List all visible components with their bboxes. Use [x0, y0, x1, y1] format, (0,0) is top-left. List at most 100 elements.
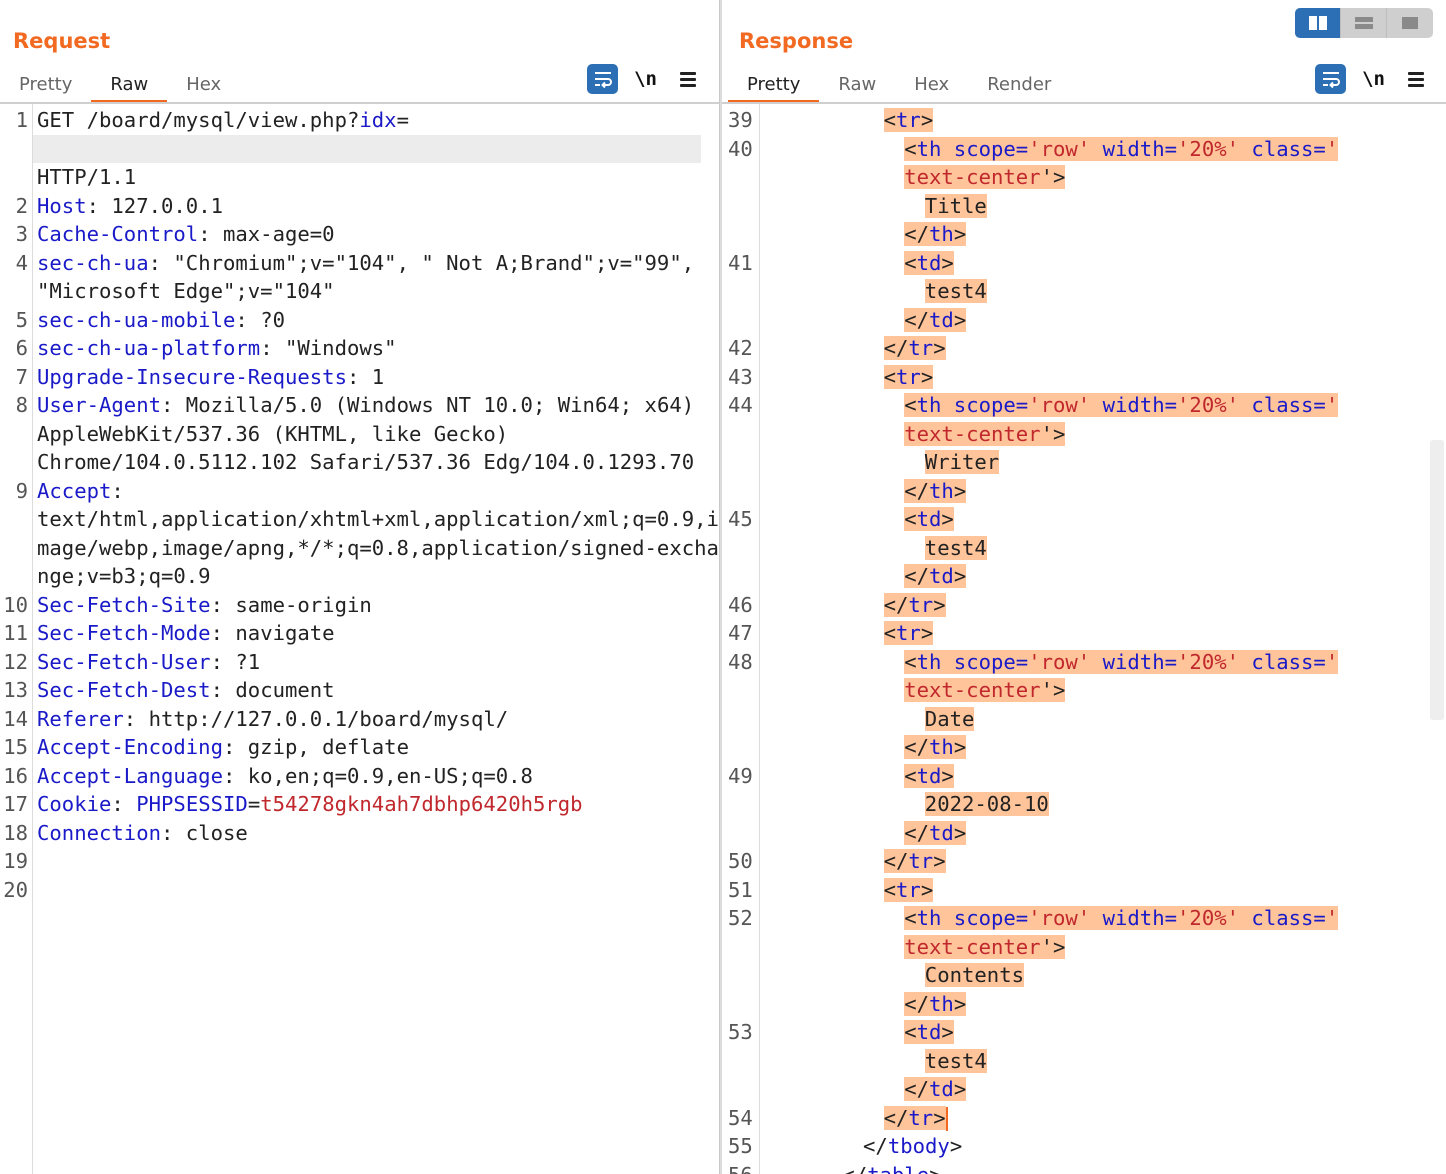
- code-token: <: [904, 250, 917, 275]
- code-token: Sec-Fetch-User: [37, 649, 211, 674]
- response-scrollbar[interactable]: [1430, 440, 1444, 720]
- code-token: >: [933, 592, 946, 617]
- code-token: >: [953, 222, 967, 246]
- single-pane-layout-icon[interactable]: [1387, 8, 1433, 38]
- code-token: : max-age=0: [198, 222, 335, 246]
- response-title: Response: [739, 29, 854, 53]
- show-newlines-button[interactable]: \n: [1362, 68, 1385, 90]
- line-number: 12: [3, 649, 28, 674]
- code-token: User-Agent: [37, 393, 161, 417]
- code-line: </td>: [722, 562, 1338, 591]
- line-number: 4: [15, 250, 28, 275]
- code-token: class=: [1251, 393, 1326, 417]
- tab-pretty[interactable]: Pretty: [728, 70, 820, 103]
- code-token: td: [929, 820, 954, 845]
- code-line: nge;v=b3;q=0.9: [0, 562, 719, 591]
- line-number: 40: [728, 136, 753, 161]
- code-token: tr: [908, 1105, 934, 1130]
- code-token: >: [920, 364, 934, 389]
- word-wrap-icon[interactable]: [587, 64, 619, 94]
- code-token: >: [920, 621, 934, 645]
- code-token: : gzip, deflate: [222, 735, 409, 759]
- code-token: th: [929, 478, 954, 503]
- code-token: "Microsoft Edge";v="104": [37, 279, 335, 303]
- code-line: text-center'>: [722, 420, 1338, 449]
- tab-hex[interactable]: Hex: [167, 70, 240, 103]
- tab-render[interactable]: Render: [968, 70, 1070, 103]
- code-token: td: [916, 763, 942, 788]
- line-number: 3: [15, 222, 28, 246]
- tab-raw[interactable]: Raw: [91, 70, 168, 103]
- code-line: 54 </tr>: [722, 1104, 1338, 1133]
- code-token: >: [953, 735, 967, 759]
- word-wrap-icon[interactable]: [1315, 64, 1347, 94]
- code-line: 52 <th scope='row' width='20%' class=': [722, 904, 1339, 933]
- code-token: width=: [1102, 136, 1178, 161]
- line-number: 42: [728, 336, 753, 360]
- code-token: : 127.0.0.1: [86, 193, 223, 218]
- code-line: 8 User-Agent: Mozilla/5.0 (Windows NT 10.…: [0, 391, 719, 420]
- code-line: 43 <tr>: [722, 363, 1338, 392]
- code-line: 14 Referer: http://127.0.0.1/board/mysql/: [0, 705, 719, 734]
- code-token: test4: [924, 535, 987, 560]
- line-number: 2: [15, 193, 28, 218]
- tab-raw[interactable]: Raw: [819, 70, 895, 103]
- code-token: =: [396, 108, 409, 132]
- code-token: tr: [908, 849, 934, 873]
- code-token: >: [953, 991, 967, 1016]
- code-token: ': [1325, 393, 1339, 417]
- show-newlines-button[interactable]: \n: [634, 68, 657, 90]
- code-token: table: [867, 1163, 929, 1174]
- code-line: </th>: [722, 220, 1338, 249]
- code-token: : ko,en;q=0.9,en-US;q=0.8: [222, 763, 533, 788]
- code-token: width=: [1102, 649, 1178, 674]
- code-line: Chrome/104.0.5112.102 Safari/537.36 Edg/…: [0, 448, 719, 477]
- code-token: text-center: [904, 421, 1041, 446]
- code-token: AppleWebKit/537.36 (KHTML, like Gecko): [37, 421, 509, 446]
- line-number: 45: [728, 507, 753, 531]
- code-token: <: [883, 877, 896, 902]
- code-line: 2 Host: 127.0.0.1: [0, 192, 719, 221]
- code-token: th: [916, 649, 954, 674]
- code-line: test4: [722, 534, 1338, 563]
- code-line: 39 <tr>: [722, 106, 1338, 135]
- stacked-layout-icon[interactable]: [1341, 8, 1387, 38]
- code-token: '>: [1040, 934, 1066, 959]
- request-editor[interactable]: 1GET /board/mysql/view.php?idx=10+and+as…: [0, 106, 719, 904]
- response-editor[interactable]: 39 <tr> 40 <th scope='row' width='20%' clas…: [722, 106, 1339, 1174]
- hamburger-menu-icon[interactable]: [680, 71, 696, 87]
- request-title: Request: [13, 29, 111, 53]
- code-token: </: [883, 1105, 909, 1130]
- code-token: th: [929, 991, 954, 1016]
- response-header-divider: [722, 102, 1446, 104]
- line-number: 53: [728, 1020, 753, 1044]
- code-token: : navigate: [210, 621, 335, 645]
- line-number: 17: [3, 792, 28, 816]
- code-token: : 1: [346, 364, 385, 389]
- code-token: '20%': [1177, 393, 1252, 417]
- code-token: >: [920, 108, 934, 132]
- code-token: ': [1325, 136, 1339, 161]
- code-token: Title: [924, 193, 987, 218]
- code-token: td: [929, 1077, 954, 1101]
- code-line: 3 Cache-Control: max-age=0: [0, 220, 719, 249]
- code-token: </: [904, 307, 929, 332]
- code-token: Connection: [37, 820, 161, 845]
- code-line: 56 </table>: [722, 1161, 1338, 1174]
- code-token: td: [916, 1020, 942, 1044]
- request-toolbar: \n: [587, 64, 696, 94]
- tab-pretty[interactable]: Pretty: [0, 70, 91, 103]
- code-line: 5 sec-ch-ua-mobile: ?0: [0, 306, 719, 335]
- tab-hex[interactable]: Hex: [895, 70, 968, 103]
- line-number: 1: [15, 108, 28, 132]
- code-line: "Microsoft Edge";v="104": [0, 277, 719, 306]
- code-token: ': [1325, 649, 1339, 674]
- hamburger-menu-icon[interactable]: [1408, 71, 1424, 87]
- side-by-side-layout-icon[interactable]: [1295, 8, 1341, 38]
- code-token: text-center: [904, 165, 1041, 189]
- code-token: '>: [1040, 678, 1066, 702]
- code-token: : Mozilla/5.0 (Windows NT 10.0; Win64; x…: [161, 393, 695, 417]
- line-number: 52: [728, 906, 753, 930]
- layout-toggle-group: [1295, 8, 1433, 38]
- code-token: >: [941, 1020, 954, 1044]
